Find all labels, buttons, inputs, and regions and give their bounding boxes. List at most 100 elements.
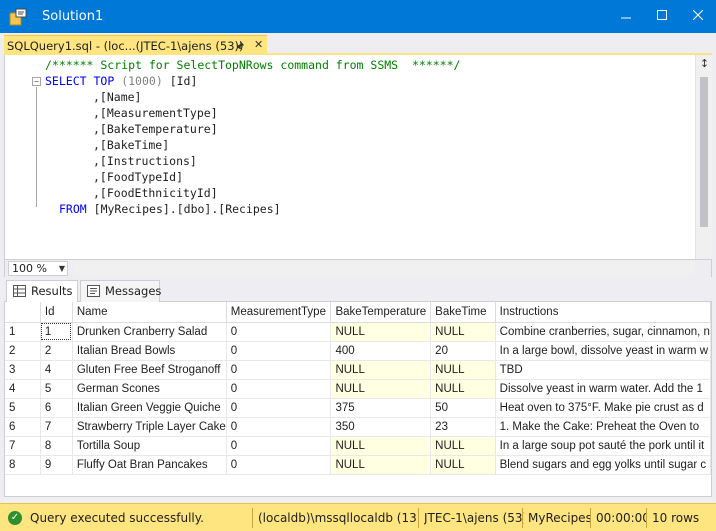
cell-measurementtype[interactable]: 0 — [226, 360, 332, 380]
results-grid[interactable]: Id Name MeasurementType BakeTemperature … — [4, 302, 712, 497]
table-row[interactable]: 2 2 Italian Bread Bowls 0 400 20 In a large bo… — [5, 341, 711, 361]
table-row[interactable]: 8 9 Fluffy Oat Bran Pancakes 0 NULL NULL Blend… — [5, 455, 711, 475]
cell-instructions[interactable]: In a large bowl, dissolve yeast in warm … — [495, 341, 711, 361]
cell-baketime[interactable]: NULL — [430, 436, 496, 456]
cell-baketemperature[interactable]: 400 — [330, 341, 432, 361]
cell-row-number[interactable]: 8 — [5, 455, 41, 475]
cell-name[interactable]: German Scones — [72, 379, 227, 399]
cell-baketime[interactable]: 23 — [430, 417, 496, 437]
cell-name[interactable]: Italian Green Veggie Quiche — [72, 398, 227, 418]
scrollbar-thumb[interactable] — [700, 77, 708, 227]
editor-vertical-scrollbar[interactable]: ↕ — [695, 55, 712, 259]
query-editor[interactable]: − /****** Script for SelectTopNRows comm… — [4, 55, 712, 260]
editor-horizontal-scrollbar[interactable] — [73, 262, 695, 275]
cell-baketemperature[interactable]: 350 — [330, 417, 432, 437]
cell-name[interactable]: Tortilla Soup — [72, 436, 227, 456]
close-icon — [692, 9, 704, 21]
cell-baketime[interactable]: 50 — [430, 398, 496, 418]
cell-baketemperature[interactable]: NULL — [330, 379, 432, 399]
cell-instructions[interactable]: Dissolve yeast in warm water. Add the 1 — [495, 379, 711, 399]
cell-instructions[interactable]: In a large soup pot sauté the pork until… — [495, 436, 711, 456]
cell-id[interactable]: 7 — [40, 417, 73, 437]
grid-header-name[interactable]: Name — [72, 302, 227, 323]
cell-row-number[interactable]: 3 — [5, 360, 41, 380]
code-line-column: ,[BakeTime] — [93, 137, 169, 153]
split-icon[interactable]: ↕ — [698, 57, 711, 70]
cell-measurementtype[interactable]: 0 — [226, 436, 332, 456]
cell-row-number[interactable]: 7 — [5, 436, 41, 456]
grid-header-instructions[interactable]: Instructions — [495, 302, 711, 323]
cell-measurementtype[interactable]: 0 — [226, 398, 332, 418]
close-window-button[interactable] — [683, 0, 713, 33]
cell-id[interactable]: 5 — [40, 379, 73, 399]
sql-column: [Id] — [169, 74, 198, 88]
cell-instructions[interactable]: Blend sugars and egg yolks until sugar c — [495, 455, 711, 475]
cell-row-number[interactable]: 6 — [5, 417, 41, 437]
sql-column: ,[BakeTime] — [93, 138, 170, 152]
cell-measurementtype[interactable]: 0 — [226, 455, 332, 475]
grid-header-id[interactable]: Id — [40, 302, 73, 323]
tab-results[interactable]: Results — [6, 280, 78, 303]
cell-instructions[interactable]: Heat oven to 375°F. Make pie crust as d — [495, 398, 711, 418]
cell-instructions[interactable]: TBD — [495, 360, 711, 380]
cell-id[interactable]: 8 — [40, 436, 73, 456]
maximize-button[interactable] — [647, 0, 677, 33]
table-row[interactable]: 3 4 Gluten Free Beef Stroganoff 0 NULL NULL TB… — [5, 360, 711, 380]
cell-measurementtype[interactable]: 0 — [226, 417, 332, 437]
zoom-value: 100 % — [12, 262, 47, 275]
table-row[interactable]: 1 1 Drunken Cranberry Salad 0 NULL NULL Combin… — [5, 322, 711, 342]
cell-id[interactable]: 2 — [40, 341, 73, 361]
cell-baketime[interactable]: NULL — [430, 360, 496, 380]
cell-baketemperature[interactable]: 375 — [330, 398, 432, 418]
document-tab[interactable]: SQLQuery1.sql - (loc...(JTEC-1\ajens (53… — [4, 35, 267, 55]
grid-header-corner[interactable] — [5, 302, 41, 323]
minimize-button[interactable] — [611, 0, 641, 33]
cell-baketemperature[interactable]: NULL — [330, 360, 432, 380]
cell-id[interactable]: 4 — [40, 360, 73, 380]
table-row[interactable]: 4 5 German Scones 0 NULL NULL Dissolve yeast i… — [5, 379, 711, 399]
close-tab-icon[interactable]: ✕ — [254, 38, 263, 51]
code-line-column: ,[FoodTypeId] — [93, 169, 183, 185]
code-line-column: ,[MeasurementType] — [93, 105, 218, 121]
status-server: (localdb)\mssqllocaldb (13.... — [258, 511, 418, 525]
tab-messages[interactable]: Messages — [80, 280, 161, 302]
cell-row-number[interactable]: 5 — [5, 398, 41, 418]
grid-header-measurementtype[interactable]: MeasurementType — [226, 302, 332, 323]
cell-name[interactable]: Fluffy Oat Bran Pancakes — [72, 455, 227, 475]
cell-measurementtype[interactable]: 0 — [226, 379, 332, 399]
cell-baketime[interactable]: NULL — [430, 379, 496, 399]
cell-baketemperature[interactable]: NULL — [330, 455, 432, 475]
collapse-icon[interactable]: − — [32, 77, 41, 86]
grid-header-baketemperature[interactable]: BakeTemperature — [330, 302, 432, 323]
cell-id[interactable]: 1 — [40, 322, 73, 342]
code-area[interactable]: − /****** Script for SelectTopNRows comm… — [5, 57, 695, 257]
cell-row-number[interactable]: 1 — [5, 322, 41, 342]
outline-guide — [36, 87, 37, 207]
table-row[interactable]: 7 8 Tortilla Soup 0 NULL NULL In a large soup … — [5, 436, 711, 456]
table-row[interactable]: 5 6 Italian Green Veggie Quiche 0 375 50 Heat … — [5, 398, 711, 418]
cell-baketemperature[interactable]: NULL — [330, 322, 432, 342]
cell-instructions[interactable]: 1. Make the Cake: Preheat the Oven to — [495, 417, 711, 437]
cell-name[interactable]: Strawberry Triple Layer Cake — [72, 417, 227, 437]
code-line-column: ,[BakeTemperature] — [93, 121, 218, 137]
cell-baketime[interactable]: NULL — [430, 455, 496, 475]
cell-baketime[interactable]: NULL — [430, 322, 496, 342]
cell-name[interactable]: Drunken Cranberry Salad — [72, 322, 227, 342]
table-row[interactable]: 6 7 Strawberry Triple Layer Cake 0 350 23 1. M… — [5, 417, 711, 437]
status-divider — [252, 508, 253, 528]
sql-keyword-from: FROM — [59, 202, 87, 216]
cell-baketime[interactable]: 20 — [430, 341, 496, 361]
cell-name[interactable]: Gluten Free Beef Stroganoff — [72, 360, 227, 380]
cell-row-number[interactable]: 2 — [5, 341, 41, 361]
cell-measurementtype[interactable]: 0 — [226, 322, 332, 342]
grid-header-baketime[interactable]: BakeTime — [430, 302, 496, 323]
cell-baketemperature[interactable]: NULL — [330, 436, 432, 456]
cell-measurementtype[interactable]: 0 — [226, 341, 332, 361]
cell-id[interactable]: 9 — [40, 455, 73, 475]
cell-row-number[interactable]: 4 — [5, 379, 41, 399]
zoom-dropdown[interactable]: 100 % ▼ — [8, 261, 68, 276]
tab-results-label: Results — [31, 284, 73, 298]
cell-instructions[interactable]: Combine cranberries, sugar, cinnamon, n — [495, 322, 711, 342]
cell-id[interactable]: 6 — [40, 398, 73, 418]
cell-name[interactable]: Italian Bread Bowls — [72, 341, 227, 361]
